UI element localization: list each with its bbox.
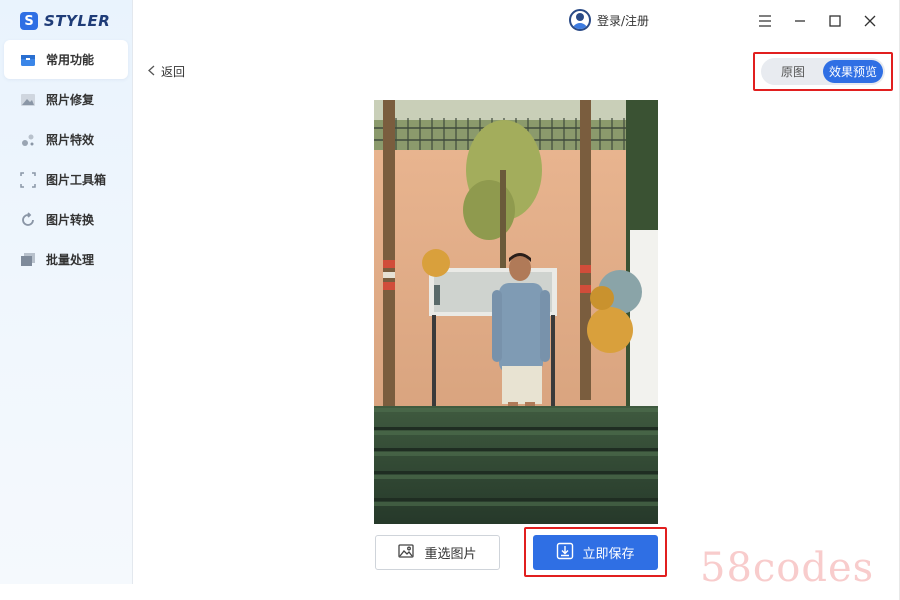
preview-photo — [374, 100, 658, 524]
back-label: 返回 — [161, 65, 186, 79]
logo-text: STYLER — [44, 12, 111, 30]
sidebar-item-batch[interactable]: 批量处理 — [4, 240, 128, 279]
sidebar-item-label: 图片工具箱 — [46, 173, 107, 187]
preview-photo-image — [374, 100, 658, 524]
save-label: 立即保存 — [582, 547, 635, 562]
download-icon — [556, 542, 574, 564]
watermark-text: 58codes — [700, 545, 875, 591]
save-now-button[interactable]: 立即保存 — [533, 535, 658, 570]
batch-stack-icon — [20, 252, 36, 268]
view-toggle: 原图 效果预览 — [761, 58, 885, 85]
menu-icon[interactable] — [747, 10, 782, 32]
sidebar-item-photo-effects[interactable]: 照片特效 — [4, 120, 128, 159]
sidebar-nav: 常用功能 照片修复 照片特效 图片工具箱 图片转换 批量处理 — [4, 40, 128, 280]
reselect-image-button[interactable]: 重选图片 — [375, 535, 500, 570]
sidebar-item-label: 照片修复 — [46, 93, 95, 107]
sidebar-item-label: 常用功能 — [46, 53, 95, 67]
toggle-effect-preview[interactable]: 效果预览 — [823, 60, 883, 83]
maximize-icon[interactable] — [817, 10, 852, 32]
window-controls — [747, 10, 887, 32]
view-toggle-highlight: 原图 效果预览 — [753, 52, 893, 91]
crop-frame-icon — [20, 171, 36, 188]
login-register-label: 登录/注册 — [597, 13, 650, 28]
sidebar-item-image-convert[interactable]: 图片转换 — [4, 200, 128, 239]
sidebar-item-label: 批量处理 — [46, 253, 95, 267]
image-restore-icon — [20, 92, 36, 108]
sidebar-item-label: 照片特效 — [46, 133, 95, 147]
sidebar-item-common[interactable]: 常用功能 — [4, 40, 128, 79]
chevron-left-icon — [148, 65, 155, 79]
sidebar-item-image-toolbox[interactable]: 图片工具箱 — [4, 160, 128, 199]
sidebar: S STYLER 常用功能 照片修复 照片特效 图片工具箱 图片转换 批量处理 — [0, 0, 133, 584]
login-register-link[interactable]: 登录/注册 — [569, 9, 649, 31]
reselect-label: 重选图片 — [424, 547, 477, 562]
sidebar-item-photo-repair[interactable]: 照片修复 — [4, 80, 128, 119]
sidebar-item-label: 图片转换 — [46, 213, 95, 227]
logo-mark-icon: S — [20, 12, 38, 30]
minimize-icon[interactable] — [782, 10, 817, 32]
app-logo: S STYLER — [20, 10, 110, 32]
toolbox-icon — [20, 52, 36, 68]
convert-refresh-icon — [20, 211, 36, 228]
image-swap-icon — [398, 543, 416, 563]
sparkle-effects-icon — [20, 132, 36, 148]
toggle-original[interactable]: 原图 — [763, 60, 823, 83]
app-window: S STYLER 常用功能 照片修复 照片特效 图片工具箱 图片转换 批量处理 … — [0, 0, 900, 600]
user-avatar-icon — [569, 9, 591, 31]
close-icon[interactable] — [852, 10, 887, 32]
back-link[interactable]: 返回 — [148, 63, 185, 80]
